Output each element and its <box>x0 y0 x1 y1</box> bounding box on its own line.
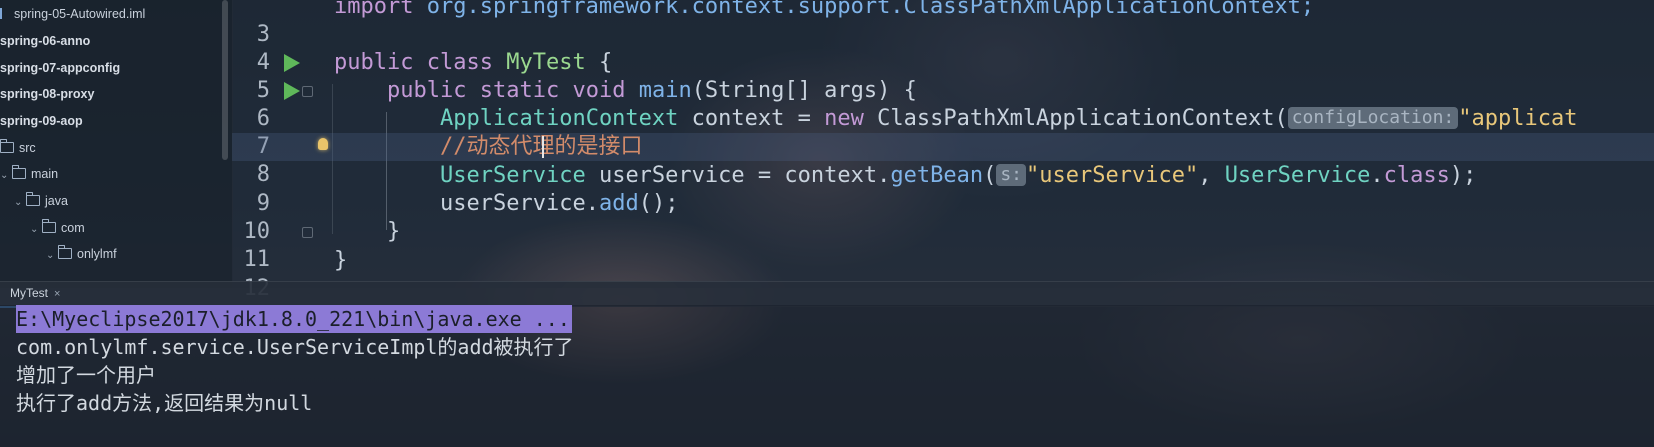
code-line-current[interactable]: 8 //动态代理的是接口 <box>232 133 1654 187</box>
fold-icon[interactable] <box>302 86 313 97</box>
run-tab-bar: MyTest × <box>0 281 1654 308</box>
keyword: public <box>387 78 467 103</box>
keyword: new <box>824 106 864 131</box>
tree-item-iml[interactable]: spring-05-Autowired.iml <box>0 0 145 28</box>
keyword: public <box>334 50 414 75</box>
code-line[interactable]: 4 <box>232 21 1654 75</box>
tree-item-module[interactable]: spring-07-appconfig <box>0 54 120 82</box>
code-line[interactable]: 12 } <box>232 247 1654 301</box>
keyword: static <box>479 78 560 103</box>
string-literal: "applicat <box>1458 106 1578 131</box>
tree-item-label: spring-08-proxy <box>0 87 95 101</box>
code-text: (); <box>638 191 679 216</box>
code-line[interactable]: 10 userService.add(); <box>232 190 1654 244</box>
code-text: } <box>334 248 348 273</box>
run-console[interactable]: E:\Myeclipse2017\jdk1.8.0_221\bin\java.e… <box>0 305 1654 447</box>
tree-item-label: src <box>19 141 36 155</box>
ide-window: spring-05-Autowired.iml spring-06-anno s… <box>0 0 1654 447</box>
tree-item-label: java <box>45 194 68 208</box>
code-text: ( <box>983 163 997 188</box>
keyword: void <box>572 78 626 103</box>
method-name: add <box>598 191 639 216</box>
code-text: userService. <box>440 191 599 216</box>
chevron-down-icon[interactable]: ⌄ <box>30 216 42 244</box>
code-text: context = <box>678 106 825 131</box>
folder-icon <box>0 139 14 153</box>
tree-item-label: onlylmf <box>77 247 117 261</box>
tree-item-module[interactable]: spring-08-proxy <box>0 80 94 108</box>
keyword: import <box>334 0 414 19</box>
code-line[interactable]: 7 ApplicationContext context = new Class… <box>232 105 1654 159</box>
lightbulb-icon[interactable] <box>318 138 328 150</box>
tree-item-label: com <box>61 221 85 235</box>
folder-icon <box>12 165 26 179</box>
type-name: ApplicationContext <box>440 106 679 131</box>
code-text: { <box>585 50 613 75</box>
text-caret <box>542 136 544 158</box>
tree-item-module[interactable]: spring-06-anno <box>0 27 90 55</box>
code-line[interactable]: 5 public class MyTest { <box>232 49 1654 103</box>
tree-item-label: spring-09-aop <box>0 114 83 128</box>
tree-scrollbar[interactable] <box>222 0 228 160</box>
iml-file-icon <box>0 8 10 19</box>
folder-icon <box>26 192 40 206</box>
keyword: class <box>1383 163 1450 188</box>
close-icon[interactable]: × <box>54 288 60 300</box>
chevron-down-icon[interactable]: ⌄ <box>46 242 58 270</box>
tree-item-label: spring-07-appconfig <box>0 61 121 75</box>
code-text: } <box>387 219 401 244</box>
string-literal: "userService" <box>1026 163 1199 188</box>
console-line[interactable]: com.onlylmf.service.UserServiceImpl的add被… <box>16 333 574 361</box>
chevron-down-icon[interactable]: ⌄ <box>14 189 26 217</box>
tree-item-label: spring-05-Autowired.iml <box>14 7 146 21</box>
code-text: ); <box>1449 163 1477 188</box>
tree-item-main[interactable]: ⌄ main <box>0 160 58 188</box>
method-name: main <box>638 78 692 103</box>
code-editor[interactable]: 3 import org.springframework.context.sup… <box>232 0 1654 301</box>
tree-item-label: main <box>31 167 59 181</box>
tree-item-java[interactable]: ⌄ java <box>14 187 68 215</box>
chevron-down-icon[interactable]: ⌄ <box>0 162 12 190</box>
run-gutter-icon[interactable] <box>284 82 300 100</box>
code-text: , <box>1198 163 1225 188</box>
package-icon <box>58 245 72 259</box>
code-text: userService = context. <box>585 163 891 188</box>
console-line[interactable]: 执行了add方法,返回结果为null <box>16 389 312 417</box>
code-line[interactable]: 6 public static void main(String[] args)… <box>232 77 1654 131</box>
parameter-hint: s: <box>996 164 1026 186</box>
run-gutter-icon[interactable] <box>284 54 300 72</box>
tree-item-src[interactable]: src <box>0 134 36 162</box>
parameter-hint: configLocation: <box>1287 107 1459 129</box>
run-tab-label: MyTest <box>10 286 49 300</box>
code-line[interactable]: 9 UserService userService = context.getB… <box>232 162 1654 216</box>
code-line[interactable]: 3 import org.springframework.context.sup… <box>232 0 1654 47</box>
code-text: (String[] args) { <box>691 78 917 103</box>
tree-item-onlylmf[interactable]: ⌄ onlylmf <box>46 240 117 268</box>
tree-item-com[interactable]: ⌄ com <box>30 214 85 242</box>
tree-item-label: spring-06-anno <box>0 34 91 48</box>
code-line[interactable]: 11 } <box>232 218 1654 272</box>
code-text: . <box>1370 163 1384 188</box>
type-name: UserService <box>440 163 586 188</box>
code-text: ClassPathXmlApplicationContext( <box>863 106 1288 131</box>
console-line[interactable]: 增加了一个用户 <box>16 361 156 389</box>
tree-item-module[interactable]: spring-09-aop <box>0 107 83 135</box>
method-name: getBean <box>890 163 984 188</box>
keyword: class <box>426 50 493 75</box>
fold-icon[interactable] <box>302 227 313 238</box>
type-name: UserService <box>1224 163 1371 188</box>
class-name: MyTest <box>506 50 586 75</box>
project-tree[interactable]: spring-05-Autowired.iml spring-06-anno s… <box>0 0 233 288</box>
console-line-command[interactable]: E:\Myeclipse2017\jdk1.8.0_221\bin\java.e… <box>16 305 572 333</box>
package-icon <box>42 219 56 233</box>
code-text: org.springframework.context.support.Clas… <box>413 0 1315 19</box>
